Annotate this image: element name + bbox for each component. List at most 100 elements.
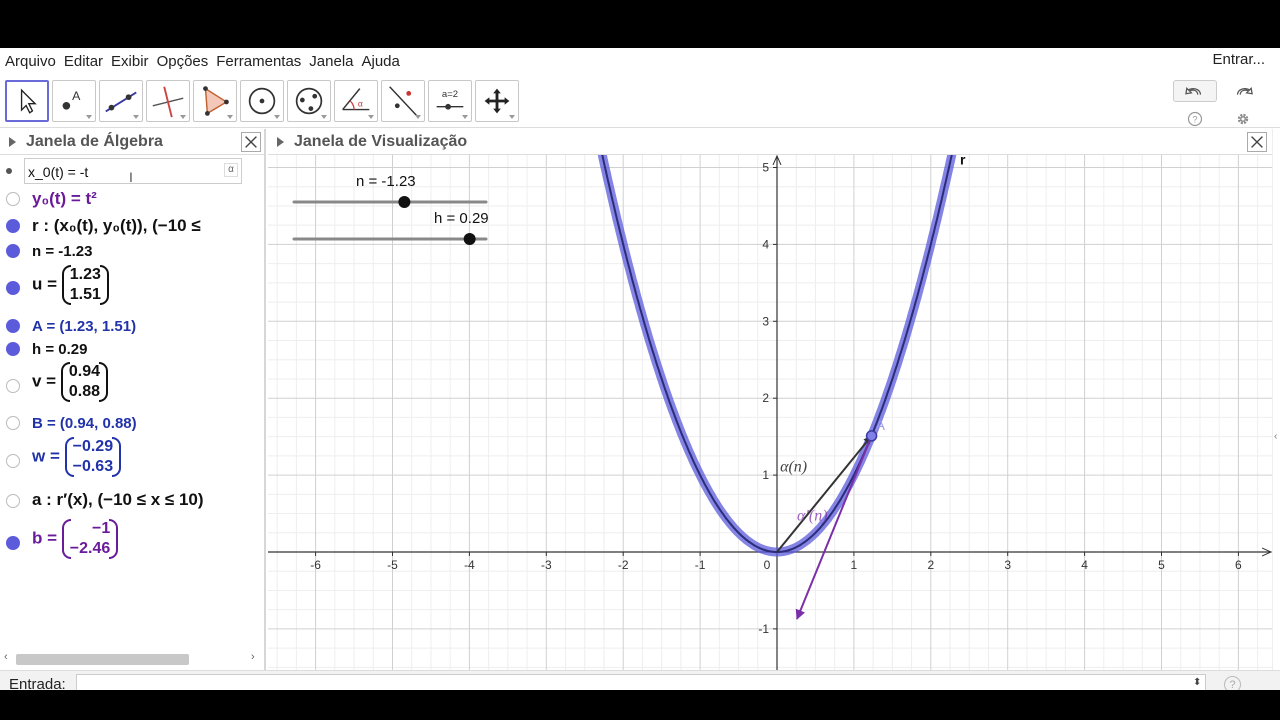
slider-n-knob[interactable] xyxy=(398,196,411,208)
algebra-row-y0[interactable]: y₀(t) = t² xyxy=(0,187,264,211)
x-tick-label: 3 xyxy=(1004,558,1011,572)
vector-y: −2.46 xyxy=(69,540,111,557)
graphics-canvas[interactable]: -6 -5 -4 -3 -2 -1 0 1 2 3 4 5 6 -1 1 2 3 4 5 r α(n) α′(n) A n… xyxy=(268,155,1272,670)
text-cursor-icon: I xyxy=(129,169,133,185)
x-tick-label: 1 xyxy=(851,558,858,572)
move-tool-button[interactable] xyxy=(5,80,49,122)
visibility-toggle[interactable] xyxy=(6,319,20,333)
perpendicular-tool-button[interactable] xyxy=(146,80,190,122)
visibility-toggle[interactable] xyxy=(6,494,20,508)
menu-arquivo[interactable]: Arquivo xyxy=(0,53,60,70)
menu-exibir[interactable]: Exibir xyxy=(107,53,153,70)
scroll-left-icon[interactable]: ‹ xyxy=(4,651,8,663)
vector-label: v = xyxy=(32,371,57,391)
x-tick-label: 5 xyxy=(1158,558,1165,572)
horizontal-scrollbar[interactable]: ‹ › xyxy=(0,649,264,665)
undo-button[interactable] xyxy=(1173,80,1217,102)
slider-h-knob[interactable] xyxy=(463,233,476,245)
algebra-view: Janela de Álgebra x_0(t) = -t α I y₀(t) … xyxy=(0,129,266,670)
visibility-toggle[interactable] xyxy=(6,281,20,295)
vector-u-label: α(n) xyxy=(780,458,807,475)
slider-n[interactable]: n = -1.23 xyxy=(292,173,488,208)
algebra-row-r[interactable]: r : (x₀(t), y₀(t)), (−10 ≤ xyxy=(0,214,264,238)
menu-ferramentas[interactable]: Ferramentas xyxy=(212,53,305,70)
visibility-toggle[interactable] xyxy=(6,416,20,430)
redo-icon xyxy=(1236,86,1253,95)
alpha-keyboard-icon[interactable]: α xyxy=(224,163,238,177)
x-tick-label: -5 xyxy=(387,558,398,572)
side-panel-strip: ‹ xyxy=(1272,129,1280,670)
sign-in-link[interactable]: Entrar... xyxy=(1212,51,1265,68)
input-bar-field[interactable] xyxy=(76,674,1206,690)
menu-opcoes[interactable]: Opções xyxy=(153,53,213,70)
angle-tool-button[interactable]: α xyxy=(334,80,378,122)
algebra-row-vector: v = 0.94 0.88 xyxy=(32,362,109,402)
collapse-arrow-icon[interactable] xyxy=(9,137,16,147)
ellipse-tool-button[interactable] xyxy=(287,80,331,122)
visibility-toggle[interactable] xyxy=(6,244,20,258)
menu-ajuda[interactable]: Ajuda xyxy=(358,53,404,70)
point-tool-button[interactable]: A xyxy=(52,80,96,122)
graphics-view-header: Janela de Visualização xyxy=(268,129,1272,155)
slider-tool-button[interactable]: a=2 xyxy=(428,80,472,122)
algebra-row-a[interactable]: a : r′(x), (−10 ≤ x ≤ 10) xyxy=(0,489,264,513)
move-view-tool-button[interactable] xyxy=(475,80,519,122)
menu-janela[interactable]: Janela xyxy=(305,53,357,70)
visibility-toggle[interactable] xyxy=(6,536,20,550)
slider-h-label: h = 0.29 xyxy=(434,210,489,227)
algebra-row-n[interactable]: n = -1.23 xyxy=(0,241,264,263)
vector-x: −1 xyxy=(92,520,111,537)
curve-r-glow xyxy=(597,155,957,557)
circle-tool-button[interactable] xyxy=(240,80,284,122)
algebra-row-v[interactable]: v = 0.94 0.88 xyxy=(0,362,264,410)
algebra-row-u[interactable]: u = 1.23 1.51 xyxy=(0,265,264,313)
algebra-row-B[interactable]: B = (0.94, 0.88) xyxy=(0,413,264,435)
reflect-tool-button[interactable] xyxy=(381,80,425,122)
major-grid xyxy=(268,155,1272,670)
y-tick-label: 1 xyxy=(762,468,769,482)
expand-panel-icon[interactable]: ‹ xyxy=(1274,431,1277,442)
scroll-right-icon[interactable]: › xyxy=(251,651,255,663)
algebra-row-text: B = (0.94, 0.88) xyxy=(32,415,137,432)
close-icon xyxy=(245,136,257,148)
visibility-toggle[interactable] xyxy=(6,219,20,233)
input-help-icon[interactable]: ? xyxy=(1224,676,1241,690)
input-history-icon[interactable]: ⬍ xyxy=(1193,677,1201,688)
x-tick-label: -6 xyxy=(310,558,321,572)
line-tool-button[interactable] xyxy=(99,80,143,122)
vector-x: −0.29 xyxy=(72,438,114,455)
x-tick-label: 2 xyxy=(927,558,934,572)
gear-icon[interactable] xyxy=(1235,111,1251,127)
algebra-row-A[interactable]: A = (1.23, 1.51) xyxy=(0,316,264,338)
algebra-row-text: h = 0.29 xyxy=(32,341,88,358)
algebra-row-h[interactable]: h = 0.29 xyxy=(0,339,264,361)
visibility-toggle[interactable] xyxy=(6,454,20,468)
scrollbar-thumb[interactable] xyxy=(16,654,189,665)
vector-y: 1.51 xyxy=(69,286,101,303)
collapse-arrow-icon[interactable] xyxy=(277,137,284,147)
svg-text:A: A xyxy=(72,89,81,103)
algebra-view-title: Janela de Álgebra xyxy=(26,133,163,150)
visibility-toggle[interactable] xyxy=(6,192,20,206)
input-bullet xyxy=(6,168,12,174)
algebra-row-b[interactable]: b = −1 −2.46 xyxy=(0,519,264,567)
close-algebra-view-button[interactable] xyxy=(241,132,261,152)
visibility-toggle[interactable] xyxy=(6,342,20,356)
algebra-row-text: a : r′(x), (−10 ≤ x ≤ 10) xyxy=(32,490,204,509)
algebra-input-field[interactable]: x_0(t) = -t α xyxy=(24,158,242,184)
close-icon xyxy=(1251,136,1263,148)
close-graphics-view-button[interactable] xyxy=(1247,132,1267,152)
redo-button[interactable] xyxy=(1221,80,1265,102)
slider-h[interactable]: h = 0.29 xyxy=(292,210,489,245)
help-icon[interactable]: ? xyxy=(1187,111,1203,127)
undo-icon xyxy=(1185,86,1202,95)
slider-tool-label: a=2 xyxy=(442,89,458,100)
input-bar: Entrada: ⬍ ? xyxy=(0,670,1280,690)
visibility-toggle[interactable] xyxy=(6,379,20,393)
algebra-row-w[interactable]: w = −0.29 −0.63 xyxy=(0,437,264,485)
algebra-row-text: r : (x₀(t), y₀(t)), (−10 ≤ xyxy=(32,216,201,235)
curve-r xyxy=(601,155,953,553)
polygon-tool-button[interactable] xyxy=(193,80,237,122)
vector-b-label: α′(n) xyxy=(797,507,828,524)
menu-editar[interactable]: Editar xyxy=(60,53,107,70)
